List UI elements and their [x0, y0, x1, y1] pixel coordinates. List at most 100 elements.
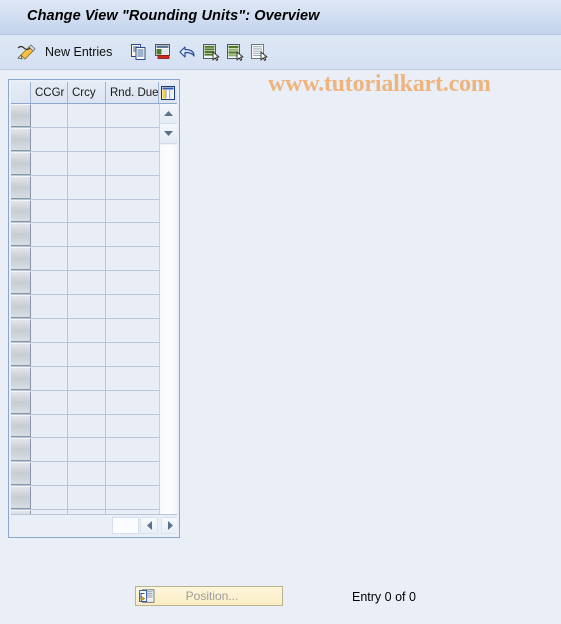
cell-crcy[interactable] — [68, 104, 106, 127]
row-selector[interactable] — [11, 342, 31, 366]
cell-crcy[interactable] — [68, 342, 106, 366]
cell-crcy[interactable] — [68, 414, 106, 438]
cell-crcy[interactable] — [68, 390, 106, 414]
cell-rnd-due[interactable] — [106, 127, 159, 151]
horizontal-scroll-thumb[interactable] — [112, 517, 139, 534]
table-row[interactable] — [11, 247, 159, 272]
row-selector[interactable] — [11, 271, 31, 295]
table-row[interactable] — [11, 223, 159, 248]
table-row[interactable] — [11, 366, 159, 391]
cell-crcy[interactable] — [68, 151, 106, 175]
new-entries-button[interactable]: New Entries — [42, 40, 115, 64]
cell-rnd-due[interactable] — [106, 247, 159, 271]
select-block-icon[interactable] — [224, 40, 246, 64]
cell-ccgr[interactable] — [31, 319, 68, 342]
cell-ccgr[interactable] — [31, 199, 68, 223]
cell-crcy[interactable] — [68, 127, 106, 151]
cell-ccgr[interactable] — [31, 342, 68, 366]
cell-ccgr[interactable] — [31, 247, 68, 271]
cell-ccgr[interactable] — [31, 390, 68, 414]
row-selector[interactable] — [11, 438, 31, 462]
row-selector[interactable] — [11, 104, 31, 127]
delete-row-icon[interactable] — [152, 40, 174, 64]
table-row[interactable] — [11, 175, 159, 200]
scroll-down-icon[interactable] — [160, 124, 177, 144]
cell-crcy[interactable] — [68, 462, 106, 486]
table-row[interactable] — [11, 104, 159, 128]
cell-rnd-due[interactable] — [106, 175, 159, 199]
table-row[interactable] — [11, 319, 159, 343]
cell-crcy[interactable] — [68, 319, 106, 342]
row-selector[interactable] — [11, 223, 31, 247]
cell-rnd-due[interactable] — [106, 366, 159, 390]
cell-ccgr[interactable] — [31, 486, 68, 510]
table-row[interactable] — [11, 438, 159, 463]
column-configuration-icon[interactable] — [159, 82, 177, 104]
select-all-icon[interactable] — [200, 40, 222, 64]
cell-crcy[interactable] — [68, 295, 106, 319]
table-row[interactable] — [11, 295, 159, 320]
cell-rnd-due[interactable] — [106, 223, 159, 247]
table-vertical-scrollbar[interactable] — [159, 104, 177, 514]
cell-rnd-due[interactable] — [106, 271, 159, 295]
cell-crcy[interactable] — [68, 199, 106, 223]
position-button[interactable]: Position... — [135, 586, 283, 606]
cell-rnd-due[interactable] — [106, 151, 159, 175]
cell-crcy[interactable] — [68, 223, 106, 247]
row-selector[interactable] — [11, 199, 31, 223]
cell-rnd-due[interactable] — [106, 438, 159, 462]
cell-ccgr[interactable] — [31, 295, 68, 319]
cell-rnd-due[interactable] — [106, 462, 159, 486]
table-row[interactable] — [11, 390, 159, 415]
row-selector[interactable] — [11, 175, 31, 199]
deselect-all-icon[interactable] — [248, 40, 270, 64]
scroll-right-icon[interactable] — [161, 517, 177, 534]
row-selector[interactable] — [11, 366, 31, 390]
table-row[interactable] — [11, 462, 159, 487]
cell-rnd-due[interactable] — [106, 319, 159, 342]
table-row[interactable] — [11, 486, 159, 511]
table-row[interactable] — [11, 127, 159, 152]
row-selector[interactable] — [11, 390, 31, 414]
column-header-ccgr[interactable]: CCGr — [31, 82, 68, 104]
cell-rnd-due[interactable] — [106, 295, 159, 319]
cell-rnd-due[interactable] — [106, 104, 159, 127]
pencil-icon[interactable] — [14, 40, 38, 64]
cell-ccgr[interactable] — [31, 438, 68, 462]
row-selector[interactable] — [11, 486, 31, 510]
cell-rnd-due[interactable] — [106, 390, 159, 414]
cell-rnd-due[interactable] — [106, 486, 159, 510]
cell-ccgr[interactable] — [31, 223, 68, 247]
cell-crcy[interactable] — [68, 366, 106, 390]
row-selector[interactable] — [11, 151, 31, 175]
cell-ccgr[interactable] — [31, 175, 68, 199]
cell-crcy[interactable] — [68, 247, 106, 271]
row-selector[interactable] — [11, 414, 31, 438]
column-header-rnd-due[interactable]: Rnd. Due — [106, 82, 159, 104]
cell-ccgr[interactable] — [31, 462, 68, 486]
cell-ccgr[interactable] — [31, 271, 68, 295]
cell-crcy[interactable] — [68, 271, 106, 295]
table-row[interactable] — [11, 342, 159, 367]
cell-rnd-due[interactable] — [106, 342, 159, 366]
cell-rnd-due[interactable] — [106, 414, 159, 438]
cell-ccgr[interactable] — [31, 127, 68, 151]
row-selector[interactable] — [11, 127, 31, 151]
row-selector[interactable] — [11, 295, 31, 319]
table-row[interactable] — [11, 199, 159, 224]
cell-rnd-due[interactable] — [106, 199, 159, 223]
scroll-up-icon[interactable] — [160, 104, 177, 124]
table-header-select-all-cell[interactable] — [11, 82, 31, 104]
cell-ccgr[interactable] — [31, 104, 68, 127]
vertical-scroll-track[interactable] — [160, 145, 177, 514]
table-row[interactable] — [11, 151, 159, 176]
cell-ccgr[interactable] — [31, 151, 68, 175]
scroll-left-icon[interactable] — [140, 517, 158, 534]
cell-crcy[interactable] — [68, 175, 106, 199]
undo-icon[interactable] — [176, 40, 198, 64]
cell-ccgr[interactable] — [31, 366, 68, 390]
cell-crcy[interactable] — [68, 486, 106, 510]
column-header-crcy[interactable]: Crcy — [68, 82, 106, 104]
copy-as-icon[interactable] — [128, 40, 150, 64]
row-selector[interactable] — [11, 319, 31, 342]
